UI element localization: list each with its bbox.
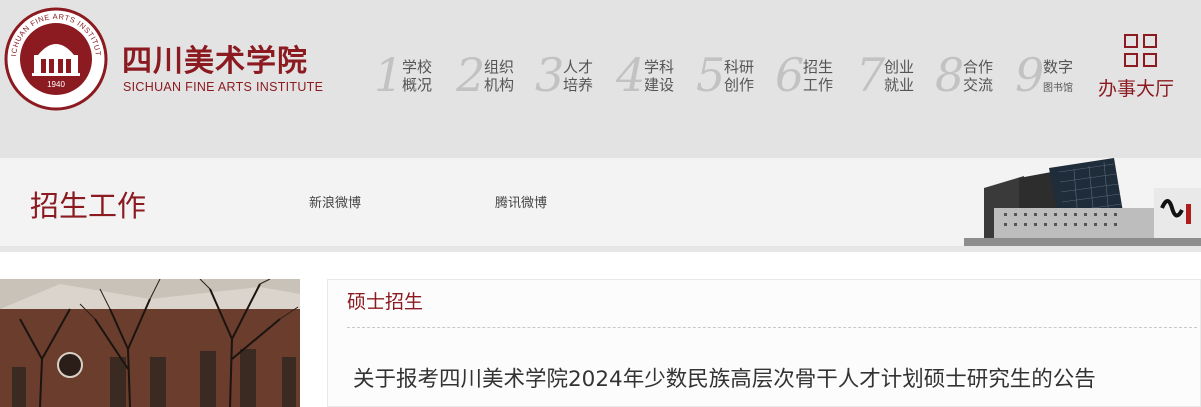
nav-label-line2: 工作 — [803, 76, 834, 94]
dashed-divider — [347, 327, 1197, 328]
logo-english-name[interactable]: SICHUAN FINE ARTS INSTITUTE — [123, 80, 323, 94]
nav-label-line1: 招生 — [803, 58, 834, 76]
tencent-weibo-link[interactable]: 腾讯微博 — [495, 192, 547, 211]
nav-number: 5 — [696, 48, 726, 102]
seal-year: 1940 — [47, 80, 65, 89]
nav-item-discipline[interactable]: 4 学科 建设 — [616, 50, 696, 100]
article-title: 关于报考四川美术学院2024年少数民族高层次骨干人才计划硕士研究生的公告 — [353, 367, 1096, 392]
sina-weibo-link[interactable]: 新浪微博 — [309, 192, 361, 211]
office-hall-button[interactable]: 办事大厅 — [1098, 34, 1184, 100]
nav-label-line2: 建设 — [644, 76, 675, 94]
nav-label-line1: 组织 — [484, 58, 515, 76]
nav-label-line1: 学科 — [644, 58, 675, 76]
nav-number: 1 — [374, 48, 404, 102]
nav-item-school-overview[interactable]: 1 学校 概况 — [374, 50, 454, 100]
nav-number: 9 — [1015, 48, 1045, 102]
office-hall-label: 办事大厅 — [1098, 78, 1175, 100]
nav-label-line1: 人才 — [563, 58, 594, 76]
nav-number: 4 — [616, 48, 646, 102]
nav-number: 7 — [856, 48, 886, 102]
nav-label-line1: 创业 — [884, 58, 915, 76]
nav-item-admissions[interactable]: 6 招生 工作 — [775, 50, 855, 100]
nav-label-line1: 科研 — [724, 58, 755, 76]
nav-label-line1: 数字 — [1043, 58, 1074, 76]
nav-item-digital-library[interactable]: 9 数字 图书馆 — [1015, 50, 1095, 100]
section-title: 招生工作 — [30, 189, 147, 223]
nav-label-line1: 学校 — [402, 58, 433, 76]
nav-number: 6 — [775, 48, 805, 102]
nav-number: 2 — [456, 48, 486, 102]
campus-building-image — [964, 158, 1201, 246]
nav-label-line2: 交流 — [963, 76, 994, 94]
nav-label-line2: 创作 — [724, 76, 755, 94]
nav-label-line2: 概况 — [402, 76, 433, 94]
school-seal-logo[interactable]: SICHUAN FINE ARTS INSTITUTE 1940 — [4, 7, 108, 111]
nav-item-employment[interactable]: 7 创业 就业 — [856, 50, 936, 100]
nav-item-research[interactable]: 5 科研 创作 — [696, 50, 776, 100]
nav-label-line2: 图书馆 — [1043, 83, 1073, 94]
campus-photo — [0, 279, 300, 407]
nav-label-line2: 机构 — [484, 76, 515, 94]
section-banner-divider — [0, 246, 1201, 252]
nav-number: 3 — [535, 48, 565, 102]
nav-item-organization[interactable]: 2 组织 机构 — [456, 50, 536, 100]
nav-label-line2: 就业 — [884, 76, 915, 94]
nav-label-line2: 培养 — [563, 76, 594, 94]
logo-chinese-name[interactable]: 四川美术学院 — [122, 36, 308, 80]
nav-item-talent-training[interactable]: 3 人才 培养 — [535, 50, 615, 100]
nav-number: 8 — [935, 48, 965, 102]
nav-item-cooperation[interactable]: 8 合作 交流 — [935, 50, 1015, 100]
category-title[interactable]: 硕士招生 — [347, 287, 423, 314]
grid-icon — [1124, 34, 1158, 68]
nav-label-line1: 合作 — [963, 58, 994, 76]
